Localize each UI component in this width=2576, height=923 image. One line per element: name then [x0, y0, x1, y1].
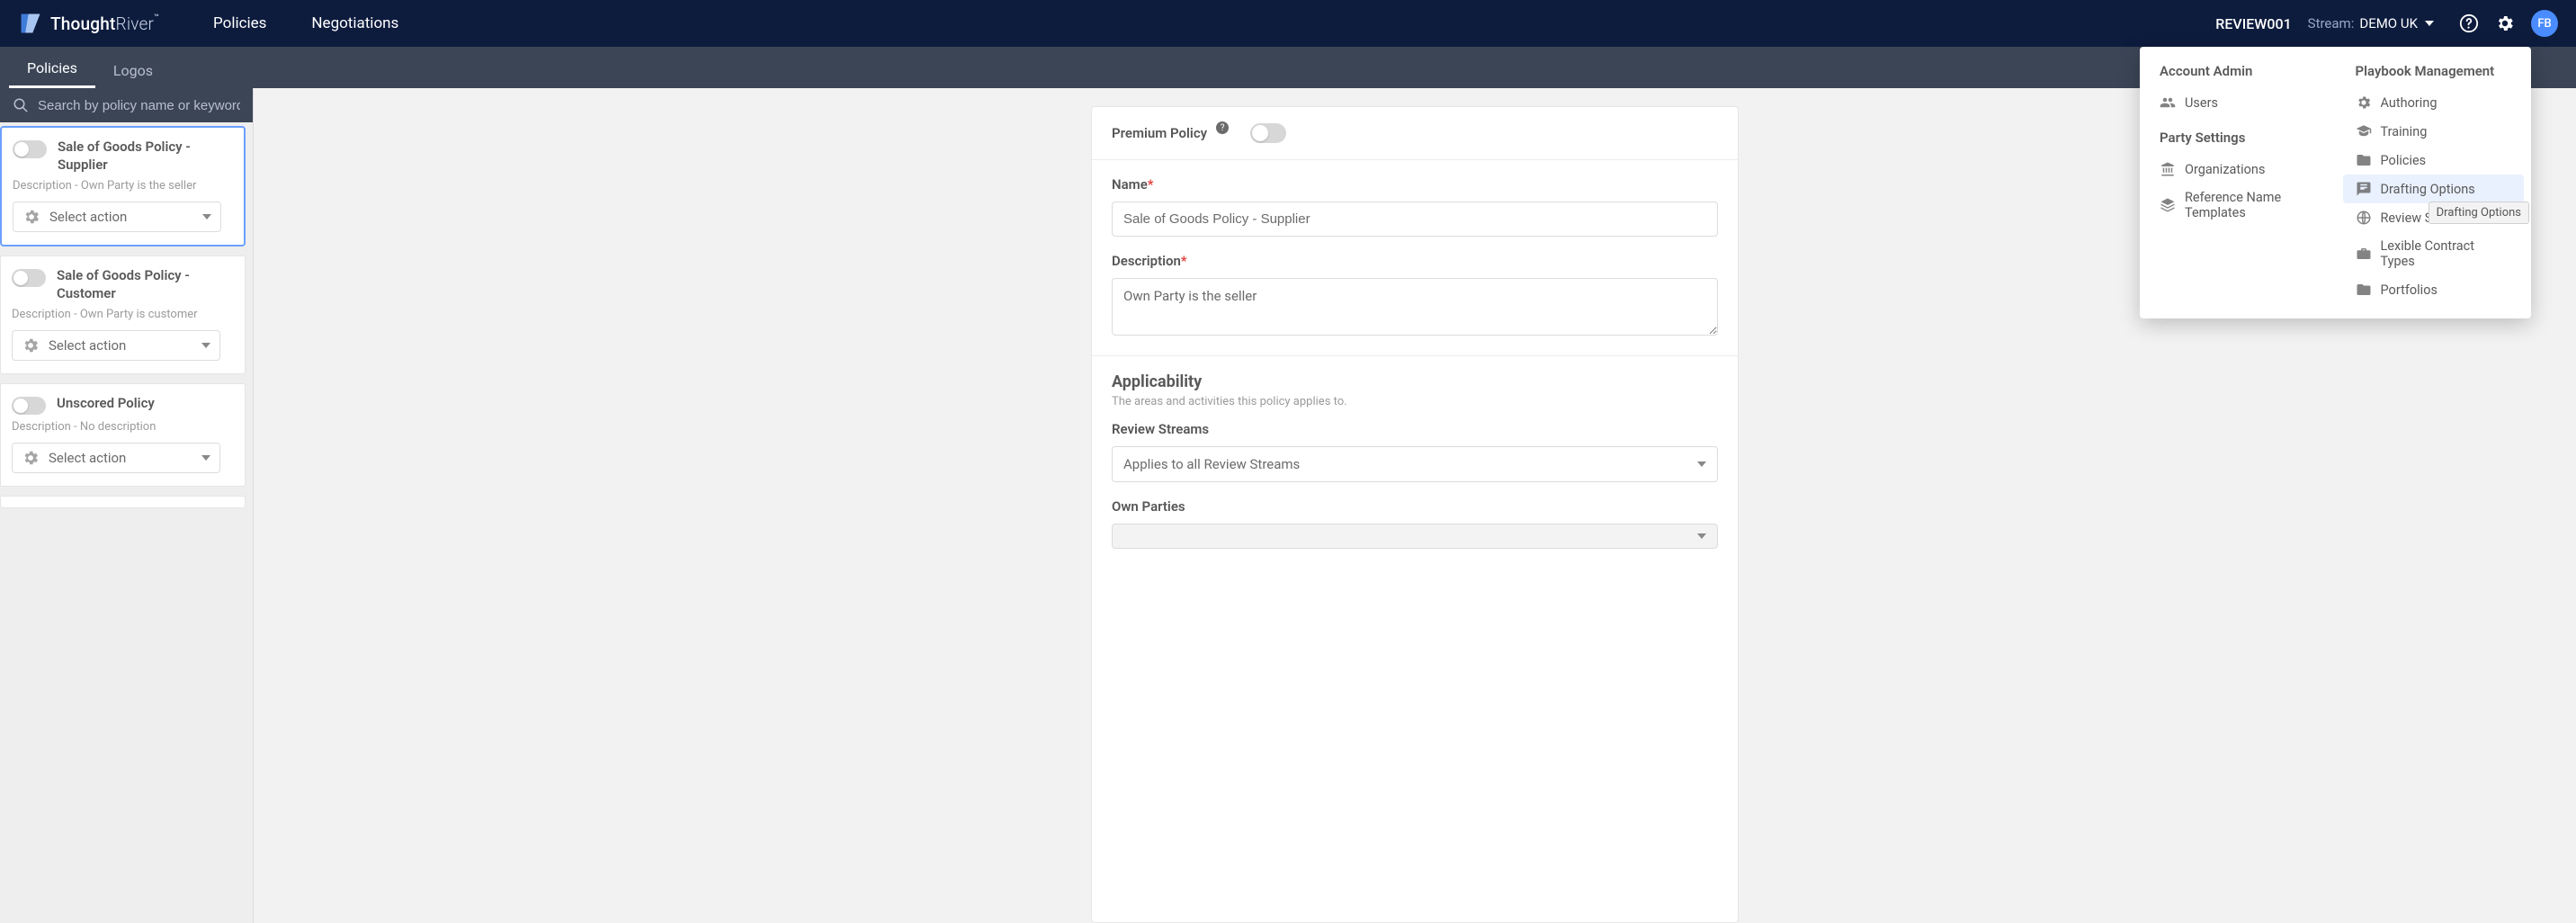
- nav-policies[interactable]: Policies: [213, 14, 266, 32]
- graduation-cap-icon: [2356, 123, 2372, 139]
- settings-item-label: Portfolios: [2381, 282, 2437, 298]
- policy-enable-toggle[interactable]: [12, 397, 46, 415]
- avatar[interactable]: FB: [2531, 10, 2558, 37]
- users-icon: [2160, 94, 2176, 111]
- settings-item-reference-name-templates[interactable]: Reference Name Templates: [2147, 184, 2329, 227]
- settings-item-label: Training: [2381, 124, 2428, 139]
- settings-item-organizations[interactable]: Organizations: [2147, 155, 2329, 184]
- review-streams-select[interactable]: Applies to all Review Streams: [1112, 446, 1718, 482]
- own-parties-select[interactable]: [1112, 524, 1718, 549]
- stream-selector[interactable]: Stream: DEMO UK: [2308, 15, 2434, 31]
- brand-logo[interactable]: ThoughtRiver™: [18, 11, 159, 36]
- settings-item-policies[interactable]: Policies: [2343, 146, 2525, 175]
- policy-title: Unscored Policy: [57, 395, 155, 413]
- globe-icon: [2356, 210, 2372, 226]
- layers-icon: [2160, 197, 2176, 213]
- chevron-down-icon: [201, 343, 210, 348]
- applicability-subtitle: The areas and activities this policy app…: [1112, 395, 1718, 408]
- policy-list: Sale of Goods Policy - Supplier Descript…: [0, 122, 253, 923]
- policy-description: Description - Own Party is the seller: [13, 179, 233, 193]
- policy-card[interactable]: Sale of Goods Policy - Customer Descript…: [0, 255, 246, 374]
- tab-policies[interactable]: Policies: [9, 49, 95, 88]
- policy-card[interactable]: Unscored Policy Description - No descrip…: [0, 383, 246, 487]
- policy-action-select[interactable]: Select action: [12, 443, 220, 473]
- gear-icon: [22, 208, 40, 226]
- policy-enable-toggle[interactable]: [13, 140, 47, 158]
- settings-heading-party-settings: Party Settings: [2147, 117, 2329, 155]
- settings-item-label: Drafting Options: [2381, 182, 2475, 197]
- folder-icon: [2356, 152, 2372, 168]
- gear-icon: [22, 449, 40, 467]
- settings-heading-account-admin: Account Admin: [2147, 58, 2329, 88]
- policy-action-select[interactable]: Select action: [13, 202, 221, 232]
- policy-sidebar: Sale of Goods Policy - Supplier Descript…: [0, 88, 254, 923]
- settings-item-label: Lexible Contract Types: [2381, 238, 2512, 269]
- chevron-down-icon: [1697, 462, 1706, 467]
- organization-icon: [2160, 161, 2176, 177]
- settings-heading-playbook-management: Playbook Management: [2343, 58, 2525, 88]
- stream-value: DEMO UK: [2359, 15, 2418, 31]
- premium-policy-label: Premium Policy: [1112, 125, 1207, 141]
- settings-panel: Account Admin Users Party Settings Organ…: [2140, 47, 2531, 318]
- policy-action-label: Select action: [49, 450, 126, 466]
- policy-search[interactable]: [0, 88, 253, 122]
- chevron-down-icon: [201, 455, 210, 461]
- chevron-down-icon: [2425, 21, 2434, 26]
- settings-item-training[interactable]: Training: [2343, 117, 2525, 146]
- help-icon[interactable]: [2459, 13, 2479, 33]
- settings-item-authoring[interactable]: Authoring: [2343, 88, 2525, 117]
- premium-policy-toggle[interactable]: [1250, 123, 1286, 143]
- settings-item-lexible-contract-types[interactable]: Lexible Contract Types: [2343, 232, 2525, 275]
- name-label: Name*: [1112, 176, 1718, 193]
- settings-item-label: Authoring: [2381, 95, 2437, 111]
- policy-card[interactable]: [0, 496, 246, 508]
- review-id: REVIEW001: [2215, 15, 2291, 32]
- folder-icon: [2356, 282, 2372, 298]
- review-streams-label: Review Streams: [1112, 421, 1718, 437]
- policy-title: Sale of Goods Policy - Supplier: [58, 139, 233, 174]
- help-icon[interactable]: ?: [1216, 121, 1229, 134]
- gear-icon: [2356, 94, 2372, 111]
- settings-item-label: Reference Name Templates: [2185, 190, 2316, 220]
- own-parties-label: Own Parties: [1112, 498, 1718, 515]
- brand-name: ThoughtRiver™: [50, 13, 159, 34]
- policy-description: Description - No description: [12, 420, 234, 434]
- policy-form-card: Premium Policy ? Name* Description* Appl…: [1091, 106, 1739, 923]
- settings-item-label: Organizations: [2185, 162, 2265, 177]
- name-input[interactable]: [1112, 202, 1718, 237]
- gear-icon[interactable]: [2495, 13, 2515, 33]
- description-input[interactable]: [1112, 278, 1718, 336]
- policy-action-select[interactable]: Select action: [12, 330, 220, 361]
- chevron-down-icon: [202, 214, 211, 220]
- applicability-title: Applicability: [1112, 372, 1718, 391]
- policy-enable-toggle[interactable]: [12, 269, 46, 287]
- search-input[interactable]: [38, 98, 240, 113]
- settings-item-portfolios[interactable]: Portfolios: [2343, 275, 2525, 304]
- brand-logo-icon: [18, 11, 43, 36]
- chat-icon: [2356, 181, 2372, 197]
- policy-action-label: Select action: [49, 337, 126, 354]
- policy-description: Description - Own Party is customer: [12, 308, 234, 321]
- tooltip: Drafting Options: [2428, 202, 2529, 224]
- chevron-down-icon: [1697, 533, 1706, 539]
- review-streams-value: Applies to all Review Streams: [1123, 456, 1300, 472]
- stream-label: Stream:: [2308, 15, 2355, 31]
- search-icon: [13, 97, 29, 113]
- briefcase-icon: [2356, 246, 2372, 262]
- settings-item-drafting-options[interactable]: Drafting Options Drafting Options: [2343, 175, 2525, 203]
- policy-action-label: Select action: [49, 209, 127, 225]
- description-label: Description*: [1112, 253, 1718, 269]
- settings-item-label: Policies: [2381, 153, 2427, 168]
- top-bar: ThoughtRiver™ Policies Negotiations REVI…: [0, 0, 2576, 47]
- settings-item-label: Users: [2185, 95, 2218, 111]
- policy-card[interactable]: Sale of Goods Policy - Supplier Descript…: [0, 126, 246, 246]
- gear-icon: [22, 336, 40, 354]
- settings-item-users[interactable]: Users: [2147, 88, 2329, 117]
- policy-title: Sale of Goods Policy - Customer: [57, 267, 234, 302]
- nav-negotiations[interactable]: Negotiations: [311, 14, 398, 32]
- tab-logos[interactable]: Logos: [95, 51, 171, 88]
